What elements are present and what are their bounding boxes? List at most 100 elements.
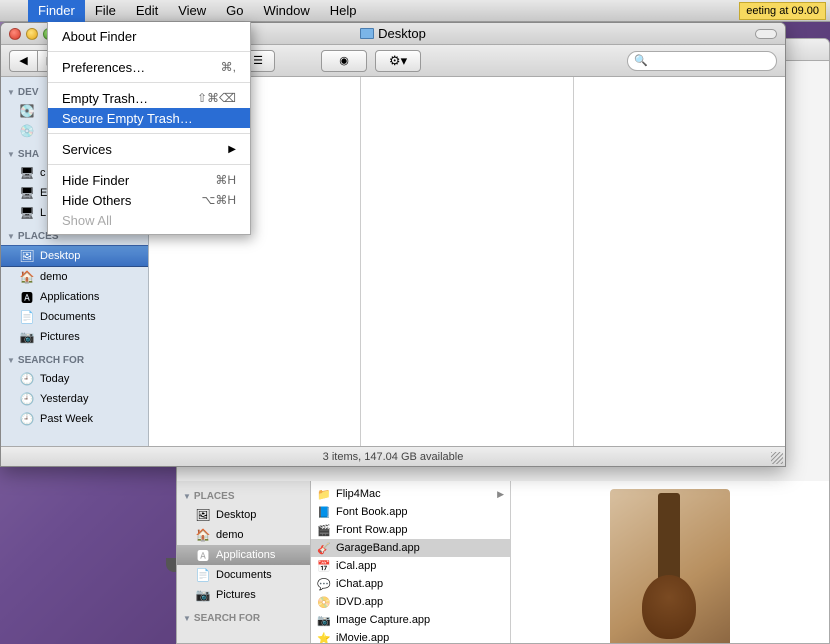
menubar-notice[interactable]: eeting at 09.00 (739, 2, 826, 20)
L-icon: 🖥 (19, 206, 35, 220)
sidebar-item-desktop[interactable]: 🖼Desktop (1, 245, 148, 267)
app-label: iCal.app (336, 560, 376, 572)
menu-item-services[interactable]: Services▶ (48, 139, 250, 159)
garageband-preview-icon (610, 489, 730, 643)
menu-item-show-all: Show All (48, 210, 250, 230)
menubar: Finder File Edit View Go Window Help eet… (0, 0, 830, 22)
menu-edit[interactable]: Edit (126, 0, 168, 22)
Past Week-icon: 🕘 (19, 412, 35, 426)
sidebar-item-label: Desktop (40, 250, 80, 262)
app-item-image-capture-app[interactable]: 📷Image Capture.app (311, 611, 510, 629)
item-icon: 💽 (19, 104, 35, 118)
app-item-garageband-app[interactable]: 🎸 GarageBand.app (311, 539, 510, 557)
sidebar-item-documents[interactable]: 📄 Documents (1, 307, 148, 327)
app-icon: 💬 (317, 577, 331, 591)
window-title-text: Desktop (378, 26, 426, 41)
demo-icon: 🏠 (19, 270, 35, 284)
column-2[interactable] (361, 77, 573, 446)
Pictures-icon: 📷 (19, 330, 35, 344)
app-label: Image Capture.app (336, 614, 430, 626)
toolbar-toggle-pill[interactable] (755, 29, 777, 39)
Yesterday-icon: 🕘 (19, 392, 35, 406)
sidebar-header-search-for[interactable]: SEARCH FOR (1, 347, 148, 369)
menu-file[interactable]: File (85, 0, 126, 22)
menu-item-preferences-[interactable]: Preferences…⌘, (48, 57, 250, 77)
sidebar-item-label: demo (216, 529, 244, 541)
app-item-front-row-app[interactable]: 🎬 Front Row.app (311, 521, 510, 539)
app-label: iDVD.app (336, 596, 383, 608)
action-menu-button[interactable]: ⚙ ▾ (375, 50, 421, 72)
sidebar-item-label: Documents (40, 311, 96, 323)
app-icon: 📁 (317, 487, 331, 501)
Documents-icon: 📄 (195, 568, 211, 582)
column-3[interactable] (574, 77, 785, 446)
app-label: Front Row.app (336, 524, 408, 536)
app-label: iChat.app (336, 578, 383, 590)
bg-sidebar-item-desktop[interactable]: 🖼Desktop (177, 505, 310, 525)
item-icon: 💿 (19, 124, 35, 138)
app-icon: 🎬 (317, 523, 331, 537)
app-item-imovie-app[interactable]: ⭐ iMovie.app (311, 629, 510, 643)
sidebar-item-yesterday[interactable]: 🕘 Yesterday (1, 389, 148, 409)
sidebar-item-label: Desktop (216, 509, 256, 521)
menu-item-about-finder[interactable]: About Finder (48, 26, 250, 46)
bg-sidebar-item-applications[interactable]: 🅰 Applications (177, 545, 310, 565)
menu-help[interactable]: Help (320, 0, 367, 22)
menu-item-hide-others[interactable]: Hide Others⌥⌘H (48, 190, 250, 210)
app-item-flip4mac[interactable]: 📁Flip4Mac▶ (311, 485, 510, 503)
E-icon: 🖥 (19, 186, 35, 200)
search-icon: 🔍 (634, 54, 648, 67)
sidebar-item-label: c (40, 167, 46, 179)
app-item-font-book-app[interactable]: 📘 Font Book.app (311, 503, 510, 521)
bg-sidebar-item-demo[interactable]: 🏠 demo (177, 525, 310, 545)
app-item-idvd-app[interactable]: 📀 iDVD.app (311, 593, 510, 611)
sidebar-item-label: Pictures (216, 589, 256, 601)
eye-icon: ◉ (339, 54, 349, 67)
menu-window[interactable]: Window (254, 0, 320, 22)
gear-icon: ⚙ (389, 53, 401, 69)
app-icon: ⭐ (317, 631, 331, 643)
sidebar-item-past-week[interactable]: 🕘 Past Week (1, 409, 148, 429)
sidebar-item-today[interactable]: 🕘Today (1, 369, 148, 389)
menu-finder[interactable]: Finder (28, 0, 85, 22)
bg-search-header: SEARCH FOR (177, 605, 310, 627)
c-icon: 🖥 (19, 166, 35, 180)
app-label: Font Book.app (336, 506, 408, 518)
bg-sidebar-item-documents[interactable]: 📄Documents (177, 565, 310, 585)
demo-icon: 🏠 (195, 528, 211, 542)
app-icon: 📀 (317, 595, 331, 609)
bg-places-header: PLACES (177, 483, 310, 505)
menu-item-hide-finder[interactable]: Hide Finder⌘H (48, 170, 250, 190)
app-label: iMovie.app (336, 632, 389, 643)
sidebar-item-pictures[interactable]: 📷 Pictures (1, 327, 148, 347)
bg-sidebar-item-pictures[interactable]: 📷Pictures (177, 585, 310, 605)
nav-back-button[interactable]: ◀ (9, 50, 37, 72)
status-text: 3 items, 147.04 GB available (323, 451, 464, 463)
status-bar: 3 items, 147.04 GB available (1, 446, 785, 466)
menu-go[interactable]: Go (216, 0, 253, 22)
resize-handle[interactable] (771, 452, 783, 464)
sidebar-item-label: Applications (40, 291, 99, 303)
app-label: GarageBand.app (336, 542, 420, 554)
app-item-ical-app[interactable]: 📅iCal.app (311, 557, 510, 575)
bg-sidebar: PLACES 🖼Desktop 🏠 demo 🅰 Applications 📄Docume… (177, 481, 311, 643)
sidebar-item-label: Yesterday (40, 393, 89, 405)
Documents-icon: 📄 (19, 310, 35, 324)
search-input[interactable]: 🔍 (627, 51, 777, 71)
sidebar-item-label: Pictures (40, 331, 80, 343)
sidebar-item-label: Past Week (40, 413, 93, 425)
sidebar-item-label: Applications (216, 549, 275, 561)
sidebar-item-demo[interactable]: 🏠demo (1, 267, 148, 287)
Applications-icon: 🅰 (195, 548, 211, 562)
app-label: Flip4Mac (336, 488, 381, 500)
sidebar-item-applications[interactable]: 🅰Applications (1, 287, 148, 307)
quicklook-button[interactable]: ◉ (321, 50, 367, 72)
app-icon: 📘 (317, 505, 331, 519)
app-icon: 🎸 (317, 541, 331, 555)
app-item-ichat-app[interactable]: 💬 iChat.app (311, 575, 510, 593)
bg-info-pane: NameGarageBand.apKindApplicationSize176.… (511, 481, 829, 643)
menu-view[interactable]: View (168, 0, 216, 22)
menu-item-secure-empty-trash-[interactable]: Secure Empty Trash… (48, 108, 250, 128)
menu-item-empty-trash-[interactable]: Empty Trash…⇧⌘⌫ (48, 88, 250, 108)
folder-icon (360, 28, 374, 39)
